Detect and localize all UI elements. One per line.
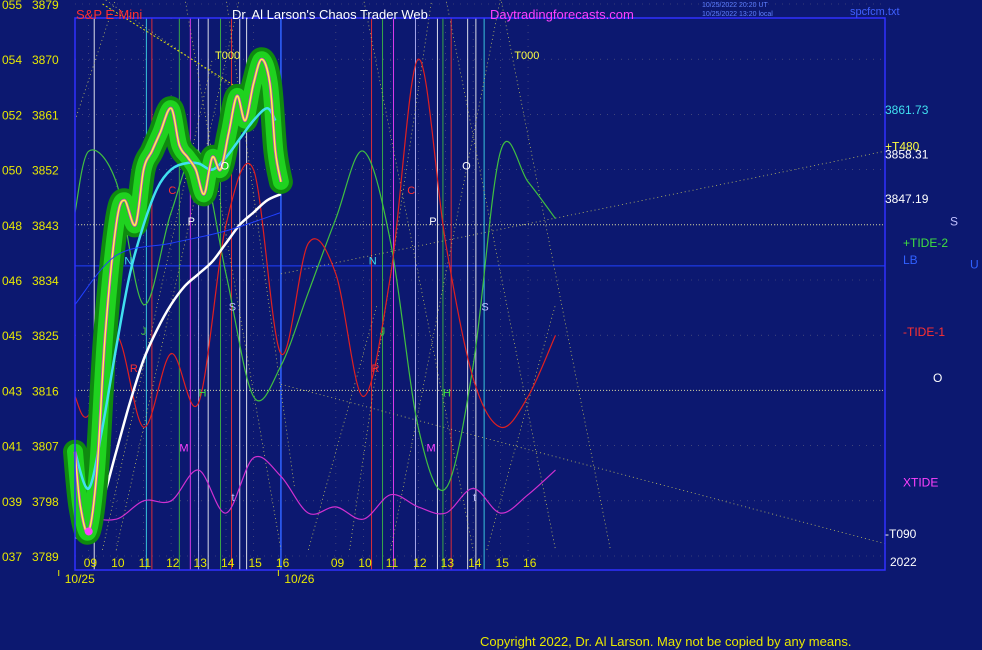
chart-background [0, 0, 982, 650]
x-tick-label: 15 [248, 556, 262, 570]
y-tick-code: 055 [2, 0, 22, 12]
annotation-m: M [179, 443, 188, 455]
y-tick-code: 052 [2, 108, 22, 122]
annotation-t000: T000 [215, 50, 240, 62]
y-tick-code: 037 [2, 550, 22, 564]
annotation-c: C [407, 185, 415, 197]
y-tick-price: 3843 [32, 219, 59, 233]
copyright-notice: Copyright 2022, Dr. Al Larson. May not b… [480, 634, 852, 649]
annotation-j: J [141, 326, 147, 338]
annotation-m: M [426, 443, 435, 455]
y-tick-code: 046 [2, 274, 22, 288]
x-tick-label: 12 [413, 556, 427, 570]
x-tick-label: 10 [111, 556, 125, 570]
y-tick-code: 050 [2, 164, 22, 178]
annotation-p: P [429, 216, 436, 228]
right-label: +TIDE-2 [903, 236, 948, 250]
y-tick-price: 3825 [32, 329, 59, 343]
right-label: 3847.19 [885, 192, 929, 206]
right-label: O [933, 371, 942, 385]
y-tick-price: 3789 [32, 550, 59, 564]
x-tick-label: 16 [276, 556, 290, 570]
x-tick-label: 16 [523, 556, 537, 570]
right-label: XTIDE [903, 475, 938, 489]
right-label: -T090 [885, 527, 917, 541]
annotation-p: P [188, 216, 195, 228]
right-label: 3861.73 [885, 103, 929, 117]
x-tick-label: 12 [166, 556, 180, 570]
annotation-n: N [124, 256, 132, 268]
annotation-n: N [369, 256, 377, 268]
annotation-s: S [229, 302, 236, 314]
annotation-r: R [372, 363, 380, 375]
annotation-j: J [380, 326, 386, 338]
annotation-t000: T000 [514, 50, 539, 62]
y-tick-code: 043 [2, 384, 22, 398]
y-tick-price: 3816 [32, 384, 59, 398]
y-tick-price: 3807 [32, 440, 59, 454]
y-tick-code: 039 [2, 495, 22, 509]
y-tick-price: 3870 [32, 53, 59, 67]
y-tick-code: 041 [2, 440, 22, 454]
instrument-title: S&P E-Mini [76, 7, 142, 22]
right-label: -TIDE-1 [903, 325, 945, 339]
x-tick-label: 15 [496, 556, 510, 570]
update-time-local: 10/25/2022 13:20 local [702, 11, 773, 18]
x-tick-label: 11 [386, 556, 399, 570]
x-tick-label: 09 [84, 556, 98, 570]
x-date-label: 10/26 [284, 572, 314, 586]
x-tick-label: 14 [468, 556, 482, 570]
annotation-s: S [481, 302, 488, 314]
annotation-r: R [130, 363, 138, 375]
x-tick-label: 13 [194, 556, 208, 570]
y-tick-price: 3879 [32, 0, 59, 12]
annotation-c: C [168, 185, 176, 197]
x-tick-label: 11 [139, 556, 152, 570]
x-tick-label: 14 [221, 556, 235, 570]
y-tick-price: 3834 [32, 274, 59, 288]
y-tick-price: 3861 [32, 108, 59, 122]
x-tick-label: 09 [331, 556, 345, 570]
site-link[interactable]: Daytradingforecasts.com [490, 7, 634, 22]
annotation-h: H [199, 388, 207, 400]
y-tick-price: 3798 [32, 495, 59, 509]
year-label: 2022 [890, 555, 917, 569]
x-date-label: 10/25 [65, 572, 95, 586]
x-tick-label: 13 [441, 556, 455, 570]
annotation-o: O [462, 161, 471, 173]
right-label: LB [903, 253, 918, 267]
chart-title: Dr. Al Larson's Chaos Trader Web [232, 7, 428, 22]
data-file-name: spcfcm.txt [850, 6, 900, 18]
right-label: 3858.31 [885, 147, 929, 161]
annotation-t: t [473, 492, 476, 504]
y-tick-code: 048 [2, 219, 22, 233]
y-tick-code: 045 [2, 329, 22, 343]
y-tick-code: 054 [2, 53, 22, 67]
annotation-o: O [221, 161, 230, 173]
right-label: U [970, 258, 979, 272]
annotation-t: t [232, 492, 235, 504]
x-tick-label: 10 [358, 556, 372, 570]
chart-canvas: T000 T000 N N P P O O C C S S J J R R H H M Mt t 055 3879 054 3… [0, 0, 982, 650]
right-label: S [950, 215, 958, 229]
low-marker [84, 527, 93, 536]
y-tick-price: 3852 [32, 164, 59, 178]
annotation-h: H [443, 388, 451, 400]
update-time-ut: 10/25/2022 20:20 UT [702, 2, 768, 9]
